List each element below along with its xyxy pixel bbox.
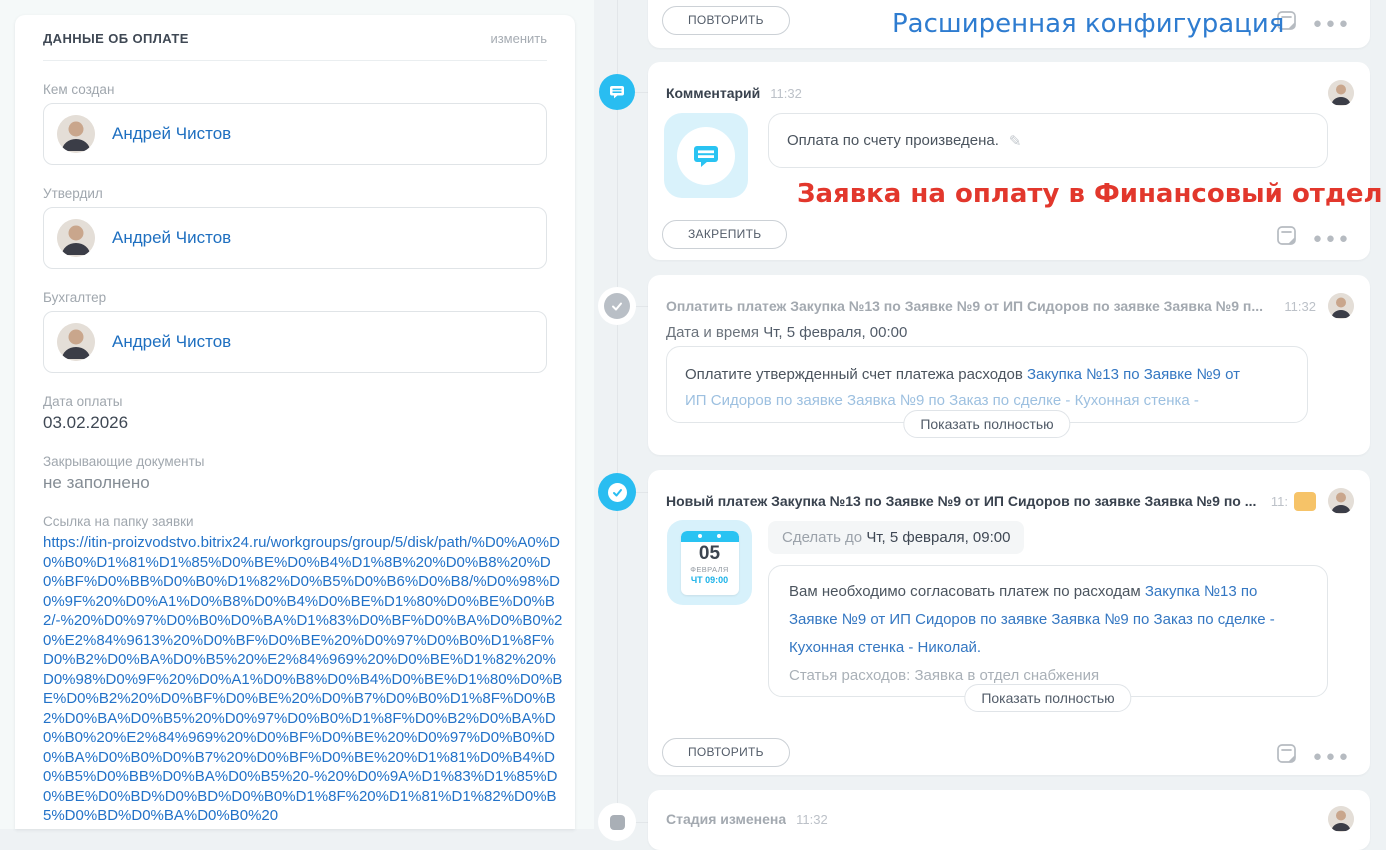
edit-link[interactable]: изменить <box>490 31 547 46</box>
card-title: Комментарий <box>666 85 760 101</box>
card-title: Стадия изменена <box>666 811 786 827</box>
panel-divider <box>43 60 547 61</box>
pin-button[interactable]: ЗАКРЕПИТЬ <box>662 220 787 249</box>
feed-card-pay-task: Оплатить платеж Закупка №13 по Заявке №9… <box>648 275 1370 455</box>
field-approved-by: Утвердил Андрей Чистов <box>43 186 547 269</box>
payment-body-wrap: Вам необходимо согласовать платеж по рас… <box>768 565 1328 697</box>
task-active-marker <box>598 473 636 511</box>
person-link[interactable]: Андрей Чистов <box>112 228 231 248</box>
field-label: Закрывающие документы <box>43 454 547 469</box>
field-folder-link: Ссылка на папку заявки https://itin-proi… <box>43 514 547 826</box>
annotation-blue-label: Расширенная конфигурация <box>892 9 1284 39</box>
field-created-by: Кем создан Андрей Чистов <box>43 82 547 165</box>
avatar <box>57 115 95 153</box>
avatar <box>1328 806 1354 832</box>
annotation-red-label: Заявка на оплату в Финансовый отдел <box>797 179 1383 209</box>
repeat-button[interactable]: ПОВТОРИТЬ <box>662 738 790 767</box>
chat-bubble-icon <box>607 82 627 102</box>
payment-date-value: 03.02.2026 <box>43 413 547 433</box>
task-body-wrap: Оплатите утвержденный счет платежа расхо… <box>666 346 1308 423</box>
field-label: Кем создан <box>43 82 547 97</box>
comment-type-icon <box>664 113 748 198</box>
more-menu-icon[interactable]: ●●● <box>1313 748 1352 765</box>
field-label: Бухгалтер <box>43 290 547 305</box>
card-title: Оплатить платеж Закупка №13 по Заявке №9… <box>666 298 1274 314</box>
avatar <box>1328 293 1354 319</box>
person-box-accountant[interactable]: Андрей Чистов <box>43 311 547 373</box>
edit-pencil-icon[interactable]: ✎ <box>1009 132 1022 150</box>
comment-text: Оплата по счету произведена. <box>787 132 999 149</box>
avatar <box>57 219 95 257</box>
check-icon <box>604 293 630 319</box>
folder-link[interactable]: https://itin-proizvodstvo.bitrix24.ru/wo… <box>43 533 563 826</box>
calendar-strip <box>681 531 739 542</box>
closing-docs-value: не заполнено <box>43 473 547 493</box>
check-icon <box>608 483 627 502</box>
comment-marker-icon <box>599 74 635 110</box>
feed-card-stage: Стадия изменена 11:32 <box>648 790 1370 850</box>
field-payment-date: Дата оплаты 03.02.2026 <box>43 394 547 433</box>
datetime-label: Дата и время <box>666 324 763 341</box>
avatar <box>57 323 95 361</box>
timestamp: 11: <box>1271 494 1288 509</box>
avatar <box>1328 488 1354 514</box>
person-box-approved-by[interactable]: Андрей Чистов <box>43 207 547 269</box>
datetime-line: Дата и время Чт, 5 февраля, 00:00 <box>666 324 907 341</box>
comment-icon-circle <box>677 127 735 185</box>
payment-text: Вам необходимо согласовать платеж по рас… <box>789 583 1145 600</box>
timeline-feed: ПОВТОРИТЬ ●●● Комментарий 11:32 Оплата п… <box>594 0 1386 829</box>
payment-data-panel: ДАННЫЕ ОБ ОПЛАТЕ изменить Кем создан Анд… <box>15 15 575 829</box>
note-icon[interactable] <box>1276 743 1297 769</box>
timeline-line <box>617 0 618 829</box>
avatar <box>1328 80 1354 106</box>
highlight-badge <box>1294 492 1316 511</box>
person-link[interactable]: Андрей Чистов <box>112 124 231 144</box>
field-label: Утвердил <box>43 186 547 201</box>
task-link[interactable]: Закупка №13 по Заявке №9 от <box>1027 366 1240 383</box>
panel-title: ДАННЫЕ ОБ ОПЛАТЕ <box>43 31 189 46</box>
repeat-button[interactable]: ПОВТОРИТЬ <box>662 6 790 35</box>
timestamp: 11:32 <box>796 812 828 827</box>
field-label: Дата оплаты <box>43 394 547 409</box>
person-box-created-by[interactable]: Андрей Чистов <box>43 103 547 165</box>
task-done-marker <box>598 287 636 325</box>
datetime-value: Чт, 5 февраля, 00:00 <box>763 324 907 341</box>
timestamp: 11:32 <box>770 86 802 101</box>
stage-icon <box>610 815 625 830</box>
task-text: Оплатите утвержденный счет платежа расхо… <box>685 366 1027 383</box>
timestamp: 11:32 <box>1284 299 1316 314</box>
show-more-button[interactable]: Показать полностью <box>964 684 1131 712</box>
calendar-day: 05 <box>681 543 739 565</box>
more-menu-icon[interactable]: ●●● <box>1313 230 1352 247</box>
due-value: Чт, 5 февраля, 09:00 <box>866 529 1010 546</box>
task-text-faded: ИП Сидоров по заявке Заявка №9 по Заказ … <box>685 392 1199 409</box>
field-closing-docs: Закрывающие документы не заполнено <box>43 454 547 493</box>
payment-body-bubble: Вам необходимо согласовать платеж по рас… <box>768 565 1328 697</box>
person-link[interactable]: Андрей Чистов <box>112 332 231 352</box>
due-label: Сделать до <box>782 529 866 546</box>
calendar-month: ФЕВРАЛЯ <box>681 565 739 574</box>
more-menu-icon[interactable]: ●●● <box>1313 15 1352 32</box>
stage-marker <box>598 803 636 841</box>
calendar-weekday-time: ЧТ 09:00 <box>681 575 739 585</box>
comment-bubble: Оплата по счету произведена. ✎ <box>768 113 1328 168</box>
field-accountant: Бухгалтер Андрей Чистов <box>43 290 547 373</box>
due-box: Сделать до Чт, 5 февраля, 09:00 <box>768 521 1024 554</box>
feed-card-comment: Комментарий 11:32 Оплата по счету произв… <box>648 62 1370 260</box>
field-label: Ссылка на папку заявки <box>43 514 547 529</box>
calendar-icon: 05 ФЕВРАЛЯ ЧТ 09:00 <box>667 520 752 605</box>
card-title: Новый платеж Закупка №13 по Заявке №9 от… <box>666 493 1261 509</box>
note-icon[interactable] <box>1276 225 1297 251</box>
calendar-card: 05 ФЕВРАЛЯ ЧТ 09:00 <box>681 531 739 595</box>
feed-card-new-payment: Новый платеж Закупка №13 по Заявке №9 от… <box>648 470 1370 775</box>
chat-bubble-icon <box>689 139 723 173</box>
show-more-button[interactable]: Показать полностью <box>903 410 1070 438</box>
panel-header: ДАННЫЕ ОБ ОПЛАТЕ изменить <box>43 31 547 46</box>
